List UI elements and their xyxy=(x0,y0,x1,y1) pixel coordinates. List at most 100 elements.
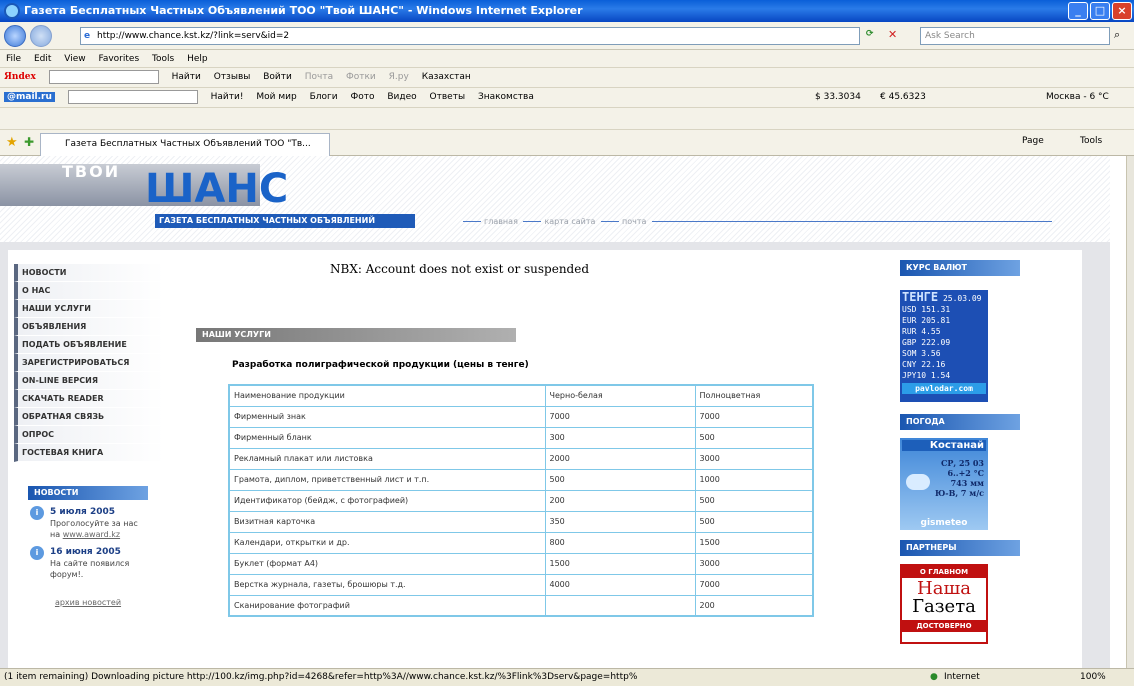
table-row: Визитная карточка 350 500 xyxy=(228,510,814,533)
section-heading: НАШИ УСЛУГИ xyxy=(196,328,516,342)
close-button[interactable]: × xyxy=(1112,2,1132,20)
mailru-photo[interactable]: Фото xyxy=(350,92,374,102)
table-cell: 800 xyxy=(544,531,696,554)
site-banner: ТВОЙ ШАНС ГАЗЕТА БЕСПЛАТНЫХ ЧАСТНЫХ ОБЪЯ… xyxy=(0,156,1110,242)
mailru-answers[interactable]: Ответы xyxy=(430,92,466,102)
web-page: ТВОЙ ШАНС ГАЗЕТА БЕСПЛАТНЫХ ЧАСТНЫХ ОБЪЯ… xyxy=(0,156,1110,668)
yandex-login[interactable]: Войти xyxy=(263,72,292,82)
yandex-search-input[interactable] xyxy=(48,69,159,84)
menu-poll[interactable]: ОПРОС xyxy=(14,426,164,444)
ie-logo-icon xyxy=(4,3,20,19)
info-icon: i xyxy=(30,546,44,560)
zoom-level[interactable]: 100% xyxy=(1080,669,1106,686)
nav-sitemap[interactable]: карта сайта xyxy=(544,217,595,226)
menu-feedback[interactable]: ОБРАТНАЯ СВЯЗЬ xyxy=(14,408,164,426)
mailru-my-world[interactable]: Мой мир xyxy=(256,92,296,102)
menu-news[interactable]: НОВОСТИ xyxy=(14,264,164,282)
yandex-reviews[interactable]: Отзывы xyxy=(214,72,251,82)
mailru-video[interactable]: Видео xyxy=(387,92,416,102)
mailru-search-input[interactable] xyxy=(67,89,198,104)
mailru-dating[interactable]: Знакомства xyxy=(478,92,534,102)
vertical-scrollbar[interactable] xyxy=(1126,156,1134,668)
favorites-star-icon[interactable]: ★ xyxy=(6,135,18,150)
left-menu: НОВОСТИ О НАС НАШИ УСЛУГИ ОБЪЯВЛЕНИЯ ПОД… xyxy=(14,264,164,462)
weather-info: СР, 25 03 6..+2 °С 743 мм Ю-В, 7 м/с xyxy=(935,458,984,498)
table-cell: 3000 xyxy=(694,447,814,470)
news-archive-link[interactable]: архив новостей xyxy=(28,598,148,607)
menu-about[interactable]: О НАС xyxy=(14,282,164,300)
header-cell: Черно-белая xyxy=(544,384,696,407)
maximize-button[interactable]: □ xyxy=(1090,2,1110,20)
menu-services[interactable]: НАШИ УСЛУГИ xyxy=(14,300,164,318)
status-bar: (1 item remaining) Downloading picture h… xyxy=(0,668,1134,686)
usd-rate: $ 33.3034 xyxy=(815,92,861,102)
nav-mail[interactable]: почта xyxy=(622,217,646,226)
yandex-mail[interactable]: Почта xyxy=(305,72,333,82)
page-viewport: ТВОЙ ШАНС ГАЗЕТА БЕСПЛАТНЫХ ЧАСТНЫХ ОБЪЯ… xyxy=(0,156,1126,668)
menu-reader[interactable]: СКАЧАТЬ READER xyxy=(14,390,164,408)
news-link[interactable]: www.award.kz xyxy=(63,530,120,539)
tools-page[interactable]: Page xyxy=(1022,136,1044,146)
address-input[interactable]: http://www.chance.kst.kz/?link=serv&id=2 xyxy=(80,27,860,45)
table-cell: 350 xyxy=(544,510,696,533)
weather-widget[interactable]: Костанай СР, 25 03 6..+2 °С 743 мм Ю-В, … xyxy=(900,438,988,530)
currency-rates-widget[interactable]: ТЕНГЕ 25.03.09 USD 151.31 EUR 205.81 RUR… xyxy=(900,290,988,402)
menu-help[interactable]: Help xyxy=(187,54,208,64)
table-cell: 500 xyxy=(694,489,814,512)
logo-small-text: ТВОЙ xyxy=(62,162,121,181)
weather-line: 743 мм xyxy=(950,478,984,488)
table-cell: 500 xyxy=(544,468,696,491)
browser-tab[interactable]: Газета Бесплатных Частных Объявлений ТОО… xyxy=(40,133,330,156)
mailru-blogs[interactable]: Блоги xyxy=(310,92,338,102)
menu-favorites[interactable]: Favorites xyxy=(98,54,139,64)
mailru-toolbar: @mail.ru Найти! Мой мир Блоги Фото Видео… xyxy=(0,88,1134,108)
menu-tools[interactable]: Tools xyxy=(152,54,174,64)
yandex-yaru[interactable]: Я.ру xyxy=(389,72,409,82)
table-cell xyxy=(544,594,696,617)
menu-register[interactable]: ЗАРЕГИСТРИРОВАТЬСЯ xyxy=(14,354,164,372)
table-row: Буклет (формат А4) 1500 3000 xyxy=(228,552,814,575)
menu-file[interactable]: File xyxy=(6,54,21,64)
stop-icon[interactable]: ✕ xyxy=(888,28,897,41)
table-cell: Верстка журнала, газеты, брошюры т.д. xyxy=(228,573,546,596)
table-row: Календари, открытки и др. 800 1500 xyxy=(228,531,814,554)
rate-row: CNY 22.16 xyxy=(902,360,946,369)
forward-button[interactable] xyxy=(30,25,52,47)
table-cell: Визитная карточка xyxy=(228,510,546,533)
logo-big-text: ШАНС xyxy=(145,166,289,212)
menu-view[interactable]: View xyxy=(64,54,85,64)
rates-currency-label: ТЕНГЕ xyxy=(902,290,939,304)
table-cell: 500 xyxy=(694,426,814,449)
yandex-region[interactable]: Казахстан xyxy=(422,72,471,82)
rates-title: КУРС ВАЛЮТ xyxy=(900,260,1020,276)
partner-banner[interactable]: О ГЛАВНОМ Наша Газета ДОСТОВЕРНО xyxy=(900,564,988,644)
mailru-find-button[interactable]: Найти! xyxy=(211,92,244,102)
tools-tools[interactable]: Tools xyxy=(1080,136,1102,146)
search-icon[interactable]: ⌕ xyxy=(1114,28,1120,42)
menu-ads[interactable]: ОБЪЯВЛЕНИЯ xyxy=(14,318,164,336)
rates-date: 25.03.09 xyxy=(942,294,982,303)
minimize-button[interactable]: _ xyxy=(1068,2,1088,20)
back-button[interactable] xyxy=(4,25,26,47)
window-title: Газета Бесплатных Частных Объявлений ТОО… xyxy=(24,4,583,17)
cloud-icon xyxy=(906,474,930,490)
tab-row: ★ ✚ Газета Бесплатных Частных Объявлений… xyxy=(0,130,1134,156)
search-input[interactable]: Ask Search xyxy=(920,27,1110,45)
menu-edit[interactable]: Edit xyxy=(34,54,51,64)
weather-city: Костанай xyxy=(902,440,986,451)
menu-post-ad[interactable]: ПОДАТЬ ОБЪЯВЛЕНИЕ xyxy=(14,336,164,354)
yandex-photos[interactable]: Фотки xyxy=(346,72,376,82)
table-cell: 7000 xyxy=(544,405,696,428)
window-titlebar: Газета Бесплатных Частных Объявлений ТОО… xyxy=(0,0,1134,22)
news-date: 16 июня 2005 xyxy=(50,547,121,557)
top-nav: главная карта сайта почта xyxy=(460,216,1055,228)
menu-online[interactable]: ON-LINE ВЕРСИЯ xyxy=(14,372,164,390)
refresh-icon[interactable]: ⟳ xyxy=(866,29,874,39)
yandex-find-button[interactable]: Найти xyxy=(172,72,201,82)
add-favorites-icon[interactable]: ✚ xyxy=(24,135,34,149)
menu-guestbook[interactable]: ГОСТЕВАЯ КНИГА xyxy=(14,444,164,462)
nav-home[interactable]: главная xyxy=(484,217,518,226)
table-row: Идентификатор (бейдж, с фотографией) 200 5… xyxy=(228,489,814,512)
left-margin xyxy=(0,250,8,668)
table-header-row: Наименование продукции Черно-белая Полно… xyxy=(228,384,814,407)
